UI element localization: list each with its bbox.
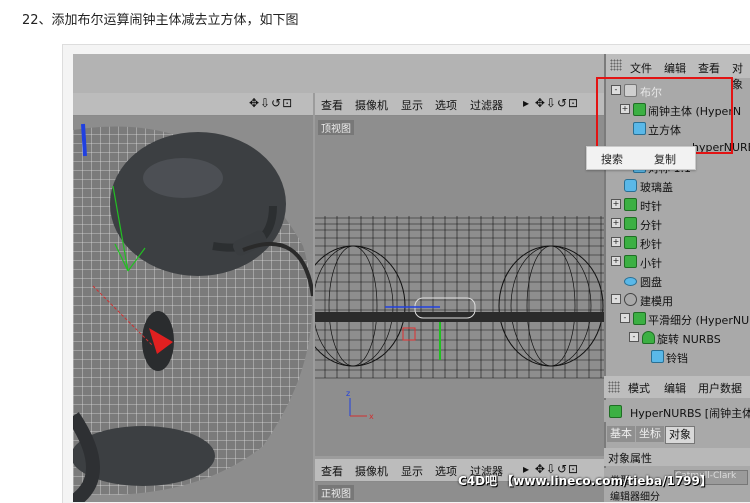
expand-toggle[interactable]: +	[611, 199, 621, 209]
tree-item-label: 圆盘	[640, 276, 662, 289]
tab-basic[interactable]: 基本	[607, 426, 635, 442]
tree-item-bell[interactable]: 铃铛	[606, 347, 750, 366]
menu-view[interactable]: 查看	[698, 60, 720, 76]
menu-user-data[interactable]: 用户数据	[698, 380, 742, 396]
expand-toggle[interactable]: +	[611, 237, 621, 247]
tab-coord[interactable]: 坐标	[636, 426, 664, 442]
tree-item-label: 旋转 NURBS	[657, 333, 721, 346]
menu-camera[interactable]: 摄像机	[355, 463, 388, 479]
viewport-nav-icons[interactable]: ▸ ✥⇩↺⊡	[523, 96, 579, 110]
expand-toggle[interactable]: +	[611, 218, 621, 228]
tree-item-label: 分针	[640, 219, 662, 232]
left-viewport-toolbar: ✥⇩↺⊡	[73, 93, 313, 116]
tree-item-modeling[interactable]: - 建模用	[606, 290, 750, 309]
svg-text:z: z	[346, 389, 350, 398]
tree-item-label: 时针	[640, 200, 662, 213]
hypernurbs-icon	[624, 217, 637, 230]
tree-item-hour-hand[interactable]: + 时针	[606, 195, 750, 214]
menu-filter[interactable]: 过滤器	[470, 97, 503, 113]
cylinder-icon	[624, 179, 637, 192]
hypernurbs-icon	[624, 255, 637, 268]
tree-item-second-hand[interactable]: + 秒针	[606, 233, 750, 252]
expand-toggle[interactable]: -	[611, 294, 621, 304]
menu-file[interactable]: 文件	[630, 60, 652, 76]
attributes-title: HyperNURBS [闹钟主体	[604, 400, 750, 422]
watermark: C4D吧 【www.lineco.com/tieba/1799】	[458, 474, 712, 488]
view-label: 正视图	[318, 485, 354, 500]
perspective-viewport[interactable]	[73, 116, 313, 502]
menu-options[interactable]: 选项	[435, 463, 457, 479]
menu-edit[interactable]: 编辑	[664, 60, 686, 76]
expand-toggle[interactable]: -	[629, 332, 639, 342]
top-viewport-toolbar: 查看 摄像机 显示 选项 过滤器 ▸ ✥⇩↺⊡	[315, 93, 604, 116]
lathe-icon	[642, 331, 655, 344]
bell-sphere	[110, 132, 286, 276]
step-title: 22、添加布尔运算闹钟主体减去立方体，如下图	[22, 13, 299, 28]
object-properties-section: 对象属性	[604, 448, 750, 466]
menu-view[interactable]: 查看	[321, 463, 343, 479]
menu-camera[interactable]: 摄像机	[355, 97, 388, 113]
object-manager-menubar: 文件 编辑 查看 对象	[606, 54, 750, 91]
view-label: 顶视图	[318, 120, 354, 135]
tree-item-lathe-nurbs[interactable]: - 旋转 NURBS	[606, 328, 750, 347]
menu-edit[interactable]: 编辑	[664, 380, 686, 396]
tree-item-label: 建模用	[640, 295, 673, 308]
menu-display[interactable]: 显示	[401, 463, 423, 479]
hypernurbs-icon	[624, 236, 637, 249]
highlight-box	[596, 77, 733, 154]
menu-mode[interactable]: 模式	[628, 380, 650, 396]
context-popup: 搜索 复制	[586, 146, 696, 170]
grip-icon[interactable]	[610, 59, 622, 71]
top-viewport[interactable]: 顶视图 z x	[315, 116, 604, 456]
menu-display[interactable]: 显示	[401, 97, 423, 113]
subdivision-label: 编辑器细分	[610, 492, 660, 502]
tree-item-label: 玻璃盖	[640, 181, 673, 194]
perspective-scene	[73, 123, 313, 502]
top-toolbar-strip	[73, 54, 605, 93]
menu-view[interactable]: 查看	[321, 97, 343, 113]
tree-item-label: 平滑细分 (HyperNU	[648, 314, 750, 327]
viewport-nav-icons[interactable]: ✥⇩↺⊡	[249, 96, 293, 110]
svg-text:x: x	[369, 412, 374, 421]
expand-toggle[interactable]: -	[620, 313, 630, 323]
tree-item-label: 小针	[640, 257, 662, 270]
section-label: 对象属性	[608, 452, 652, 465]
copy-button[interactable]: 复制	[654, 151, 676, 167]
spline-icon	[651, 350, 664, 363]
tab-object[interactable]: 对象	[665, 426, 695, 444]
tree-item-disc[interactable]: 圆盘	[606, 271, 750, 290]
tree-item-label: 铃铛	[666, 352, 688, 365]
attributes-object-title: HyperNURBS [闹钟主体	[630, 407, 750, 420]
tree-item-glass-cover[interactable]: 玻璃盖	[606, 176, 750, 195]
tree-item-minute-hand[interactable]: + 分针	[606, 214, 750, 233]
hypernurbs-icon	[633, 312, 646, 325]
top-view-scene: z x	[315, 216, 604, 421]
hypernurbs-icon	[624, 198, 637, 211]
hypernurbs-icon	[609, 405, 622, 418]
null-icon	[624, 293, 637, 306]
tree-item-label: 秒针	[640, 238, 662, 251]
search-button[interactable]: 搜索	[601, 151, 623, 167]
disc-icon	[624, 277, 637, 286]
attributes-menubar: 模式 编辑 用户数据	[604, 376, 750, 398]
menu-options[interactable]: 选项	[435, 97, 457, 113]
expand-toggle[interactable]: +	[611, 256, 621, 266]
tree-item-subdivision[interactable]: - 平滑细分 (HyperNU	[606, 309, 750, 328]
grip-icon[interactable]	[608, 381, 620, 393]
tree-item-small-hand[interactable]: + 小针	[606, 252, 750, 271]
